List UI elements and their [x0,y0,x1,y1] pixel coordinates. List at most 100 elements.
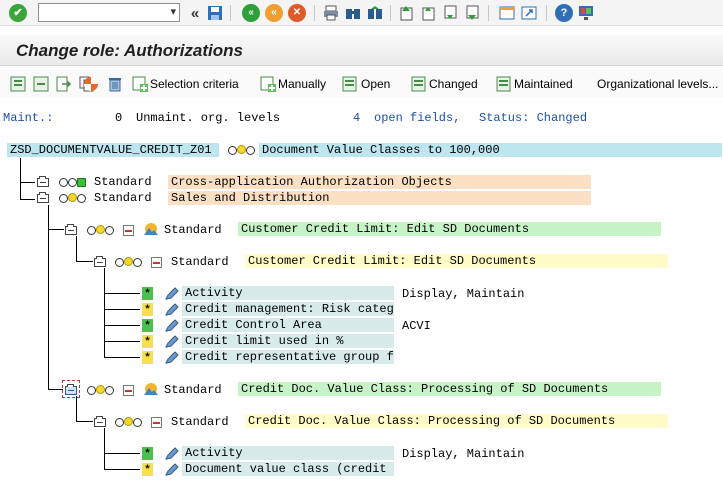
deactivate-icon[interactable] [151,257,162,268]
save-icon[interactable] [206,4,224,22]
prev-page-icon[interactable] [420,4,438,22]
collapse-icon[interactable] [33,76,49,92]
authorization-description: Credit Doc. Value Class: Processing of S… [245,414,668,428]
deactivate-icon[interactable] [123,225,134,236]
tree-line [76,236,77,262]
page-title: Change role: Authorizations [16,41,243,60]
tree-line [76,396,77,422]
organizational-levels-button[interactable]: Organizational levels... [597,77,718,91]
tree-line [104,309,140,310]
role-name[interactable]: ZSD_DOCUMENTVALUE_CREDIT_Z01 [7,143,219,157]
tree-line [76,421,93,422]
pencil-icon[interactable] [165,447,179,460]
last-page-icon[interactable] [464,4,482,22]
field-name: Credit limit used in % [182,334,394,348]
open-icon[interactable] [342,76,358,92]
tree-line [20,199,35,200]
field-name: Activity [182,446,394,460]
mountain-icon[interactable] [143,222,159,236]
tree-line [104,268,105,358]
sub-tree-icon[interactable] [56,76,72,92]
pencil-icon[interactable] [165,287,179,300]
maintained-icon[interactable] [496,76,512,92]
print-icon[interactable] [322,4,340,22]
traffic-light-icon [59,193,89,204]
maintained-star-icon: * [142,447,153,460]
folder-icon[interactable] [65,384,77,395]
pencil-icon[interactable] [165,335,179,348]
field-value: ACVI [402,319,431,333]
object-description: Credit Doc. Value Class: Processing of S… [238,382,661,396]
class-description: Sales and Distribution [168,191,591,205]
tree-line [20,182,35,183]
command-field[interactable]: ▾ [38,3,180,22]
selection-criteria-button[interactable]: Selection criteria [150,77,239,91]
chevron-down-icon[interactable]: ▾ [170,5,176,18]
tree-line [104,428,105,470]
folder-icon[interactable] [94,256,106,267]
tree-line [48,389,63,390]
field-value: Display, Maintain [402,447,525,461]
pencil-icon[interactable] [165,303,179,316]
cancel-icon[interactable]: ✕ [288,4,306,22]
new-session-icon[interactable] [498,4,516,22]
traffic-light-icon [87,225,117,236]
manually-button[interactable]: Manually [278,77,326,91]
delete-icon[interactable] [107,76,123,92]
folder-icon[interactable] [37,176,49,187]
open-star-icon: * [142,463,153,476]
status-text: Status: Changed [479,111,588,125]
mountain-icon[interactable] [143,382,159,396]
manually-icon[interactable] [260,76,276,92]
title-bar: Change role: Authorizations [0,34,723,66]
deactivate-icon[interactable] [151,417,162,428]
field-value: Display, Maintain [402,287,525,301]
open-fields-count: 4 [353,111,361,125]
field-name: Document value class (credit m [182,462,394,476]
class-label: Standard [94,191,152,205]
maintained-star-icon: * [142,287,153,300]
tree-line [76,261,93,262]
pencil-icon[interactable] [165,319,179,332]
shortcut-icon[interactable] [520,4,538,22]
first-page-icon[interactable] [398,4,416,22]
folder-icon[interactable] [37,192,49,203]
find-next-icon[interactable] [366,4,384,22]
authorization-label: Standard [171,255,229,269]
deactivate-icon[interactable] [123,385,134,396]
customize-layout-icon[interactable] [577,4,595,22]
selection-criteria-icon[interactable] [132,76,148,92]
traffic-light-icon [115,257,145,268]
expand-icon[interactable] [10,76,26,92]
object-label: Standard [164,383,222,397]
help-icon[interactable]: ? [555,4,573,22]
traffic-light-icon [87,385,117,396]
open-button[interactable]: Open [361,77,390,91]
unmaint-org-levels-text: Unmaint. org. levels [136,111,281,125]
double-chevron-left-icon[interactable]: « [186,4,204,22]
maintained-button[interactable]: Maintained [514,77,573,91]
changed-button[interactable]: Changed [429,77,478,91]
tree-line [104,469,140,470]
maint-count: 0 [115,111,123,125]
authorization-description: Customer Credit Limit: Edit SD Documents [245,254,668,268]
folder-icon[interactable] [94,416,106,427]
changed-icon[interactable] [411,76,427,92]
open-star-icon: * [142,303,153,316]
pencil-icon[interactable] [165,351,179,364]
application-toolbar: Selection criteria Manually Open Changed… [0,70,723,98]
next-page-icon[interactable] [442,4,460,22]
field-name: Activity [182,286,394,300]
pencil-icon[interactable] [165,463,179,476]
deactivate-icon[interactable] [83,76,99,92]
enter-icon[interactable]: ✔ [9,4,27,22]
folder-icon[interactable] [65,224,77,235]
tree-line [48,205,49,390]
field-name: Credit representative group fo [182,350,394,364]
back-nav-icon[interactable]: « [242,4,260,22]
tree-line [104,293,140,294]
find-icon[interactable] [344,4,362,22]
traffic-light-icon [59,178,89,188]
open-star-icon: * [142,335,153,348]
exit-icon[interactable]: « [265,4,283,22]
